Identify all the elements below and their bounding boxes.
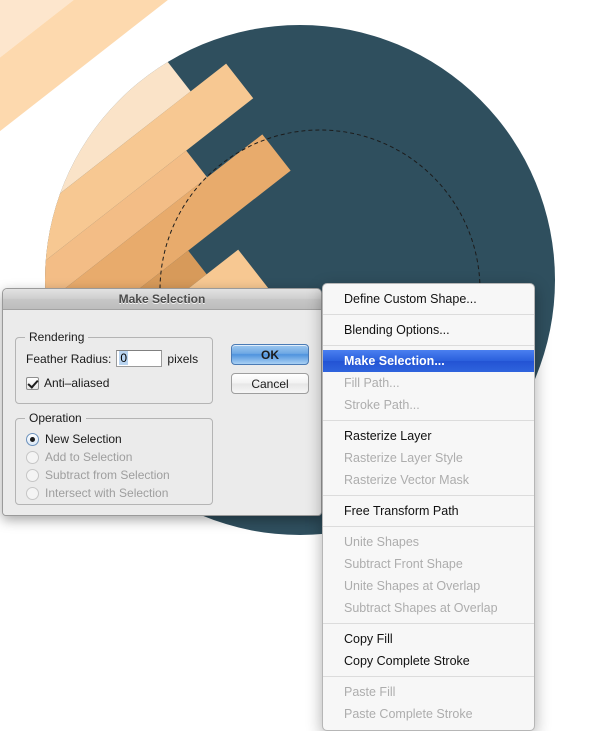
feather-radius-label: Feather Radius: [26, 351, 112, 366]
radio-row-subtract-from-selection: Subtract from Selection [26, 466, 170, 484]
menu-item-define-custom-shape[interactable]: Define Custom Shape... [323, 288, 534, 310]
menu-separator [323, 623, 534, 624]
feather-radius-value: 0 [119, 351, 129, 365]
menu-separator [323, 526, 534, 527]
menu-separator [323, 420, 534, 421]
menu-item-make-selection[interactable]: Make Selection... [323, 350, 534, 372]
menu-item-paste-complete-stroke: Paste Complete Stroke [344, 707, 473, 721]
operation-group-title: Operation [25, 411, 86, 425]
dialog-body: Rendering Feather Radius: 0 pixels Anti–… [3, 310, 321, 515]
radio-new-selection[interactable] [26, 432, 39, 446]
menu-item-fill-path: Fill Path... [344, 376, 400, 390]
menu-item-rasterize-layer-style: Rasterize Layer Style [344, 451, 463, 465]
menu-item-stroke-path: Stroke Path... [344, 398, 420, 412]
make-selection-dialog[interactable]: Make Selection Rendering Feather Radius:… [2, 288, 322, 516]
menu-item-rasterize-vector-mask: Rasterize Vector Mask [344, 473, 470, 487]
radio-label-intersect-with-selection: Intersect with Selection [45, 486, 169, 500]
cancel-button[interactable]: Cancel [231, 373, 309, 394]
menu-item-unite-shapes-at-overlap: Unite Shapes at Overlap [344, 579, 481, 593]
radio-intersect-with-selection [26, 486, 39, 500]
feather-radius-input[interactable]: 0 [116, 350, 163, 367]
menu-item-copy-fill[interactable]: Copy Fill [323, 628, 534, 650]
radio-row-new-selection[interactable]: New Selection [26, 430, 170, 448]
menu-item-paste-fill: Paste Fill [344, 685, 396, 699]
feather-radius-unit: pixels [167, 351, 199, 366]
radio-subtract-from-selection [26, 468, 39, 482]
menu-separator [323, 345, 534, 346]
operation-group: Operation New Selection Add to Selection… [15, 411, 213, 505]
dialog-titlebar[interactable]: Make Selection [3, 289, 321, 310]
radio-row-intersect-with-selection: Intersect with Selection [26, 484, 170, 502]
operation-radio-list: New Selection Add to Selection Subtract … [26, 430, 170, 502]
menu-item-free-transform-path[interactable]: Free Transform Path [323, 500, 534, 522]
path-context-menu[interactable]: Define Custom Shape... Blending Options..… [322, 283, 535, 731]
feather-radius-row: Feather Radius: 0 pixels [26, 350, 198, 367]
menu-separator [323, 314, 534, 315]
radio-row-add-to-selection: Add to Selection [26, 448, 170, 466]
radio-add-to-selection [26, 450, 39, 464]
menu-item-subtract-front-shape: Subtract Front Shape [344, 557, 463, 571]
rendering-group: Rendering Feather Radius: 0 pixels Anti–… [15, 330, 213, 404]
menu-separator [323, 495, 534, 496]
menu-item-subtract-shapes-at-overlap: Subtract Shapes at Overlap [344, 601, 498, 615]
radio-label-subtract-from-selection: Subtract from Selection [45, 468, 170, 482]
anti-aliased-checkbox[interactable] [26, 376, 39, 390]
menu-item-unite-shapes: Unite Shapes [344, 535, 420, 549]
anti-aliased-label: Anti–aliased [44, 376, 110, 390]
menu-item-rasterize-layer[interactable]: Rasterize Layer [323, 425, 534, 447]
anti-aliased-row[interactable]: Anti–aliased [26, 376, 109, 390]
rendering-group-title: Rendering [25, 330, 89, 344]
ok-button[interactable]: OK [231, 344, 309, 365]
radio-label-add-to-selection: Add to Selection [45, 450, 133, 464]
menu-item-copy-complete-stroke[interactable]: Copy Complete Stroke [323, 650, 534, 672]
menu-item-blending-options[interactable]: Blending Options... [323, 319, 534, 341]
menu-separator [323, 676, 534, 677]
radio-label-new-selection: New Selection [45, 432, 122, 446]
